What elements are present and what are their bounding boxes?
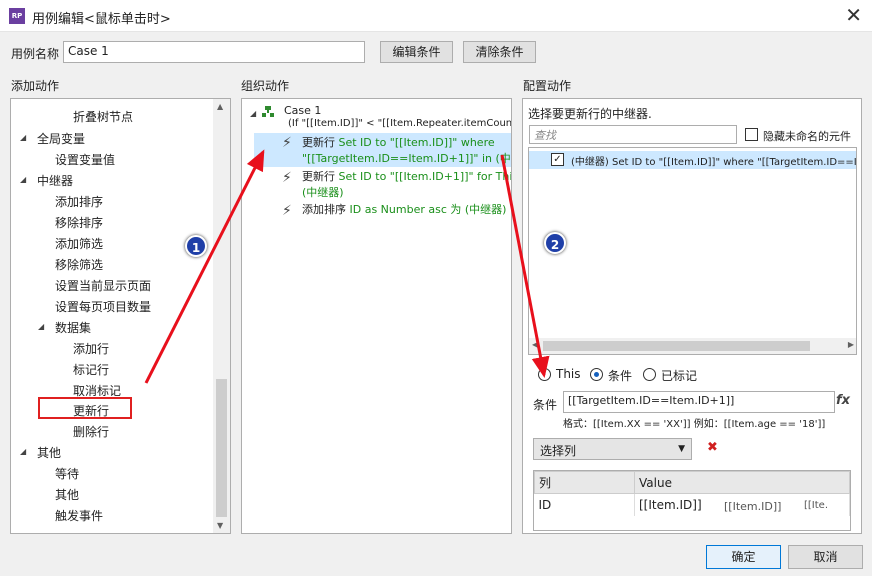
annotation-arrows (144, 149, 550, 384)
arrow-1 (144, 149, 265, 384)
step-badge-1: 1 (185, 235, 207, 257)
step-badge-2: 2 (544, 232, 566, 254)
arrow-2 (500, 154, 550, 378)
